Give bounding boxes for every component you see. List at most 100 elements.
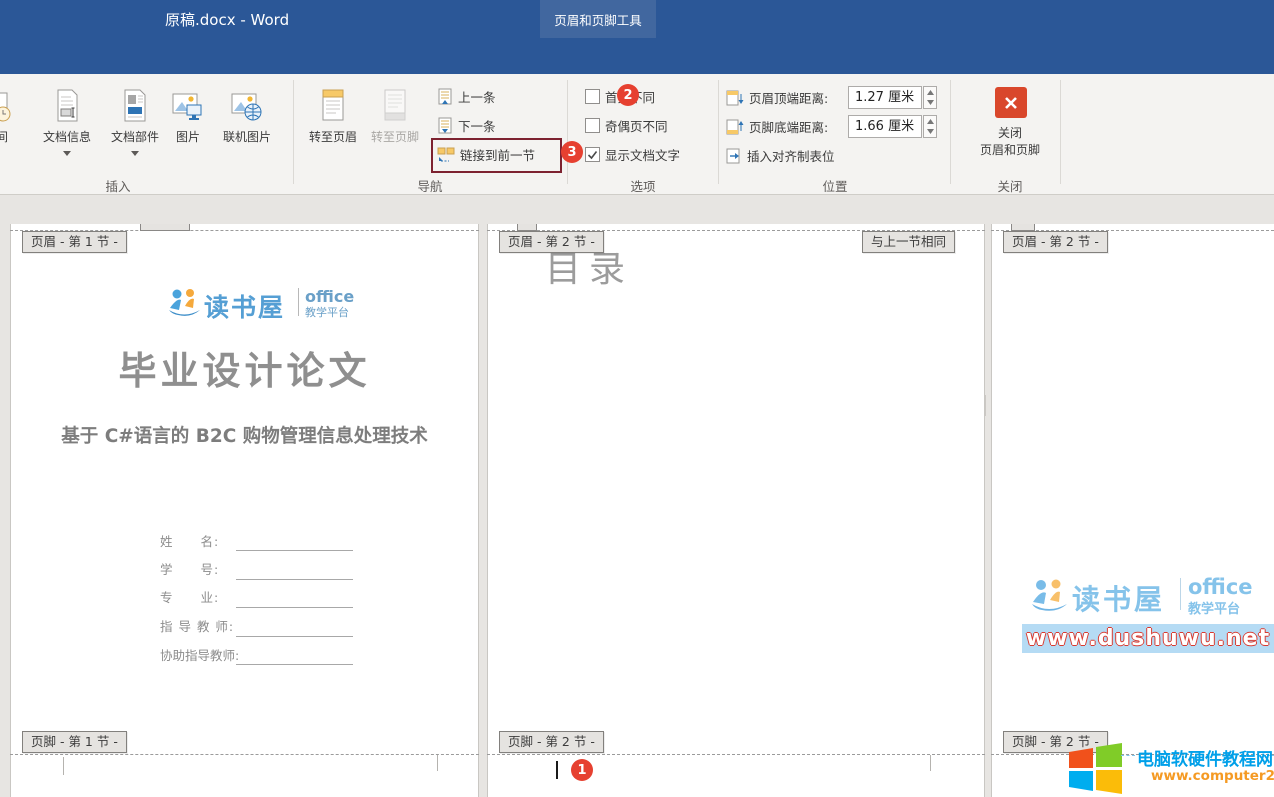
field-underline [236,550,353,551]
field-label: 协助指导教师: [160,645,239,664]
field-label: 姓 名: [160,531,219,550]
group-separator [718,80,719,184]
footer-from-bottom-input[interactable]: 1.66 厘米 [848,115,922,138]
goto-footer-icon [363,82,427,124]
page1-logo-name: 读书屋 [204,288,285,324]
group-label-navigation: 导航 [370,176,490,195]
text-boundary-mark [437,755,438,771]
footer-from-bottom-spinner[interactable] [923,115,937,138]
field-underline [236,636,353,637]
close-x-icon [1004,96,1018,110]
checkbox-unchecked-icon[interactable] [585,118,600,133]
footer-position-icon [726,119,744,135]
footer-from-bottom-row: 页脚底端距离: [726,117,828,136]
site-url: www.computer26.com [1151,768,1274,784]
close-header-footer-label-1[interactable]: 关闭 [960,124,1060,141]
page2-header-tag: 页眉 - 第 2 节 - [499,231,604,253]
show-document-text-checkbox[interactable]: 显示文档文字 [585,145,680,164]
date-time-icon [0,82,26,124]
field-label: 指 导 教 师: [160,616,234,635]
annotation-badge-2: 2 [617,84,639,106]
page3-logo-name: 读书屋 [1072,578,1165,618]
online-pictures-icon [215,82,279,124]
different-odd-even-checkbox[interactable]: 奇偶页不同 [585,116,668,135]
page1-document-subtitle: 基于 C#语言的 B2C 购物管理信息处理技术 [10,422,479,448]
group-separator [1060,80,1061,184]
scrolled-tag-stub [517,224,537,231]
alignment-tab-icon [726,148,742,164]
document-title: 原稿.docx - Word [165,9,289,30]
decor-dash [1121,755,1135,756]
document-info-button[interactable]: 文档信息 [35,82,99,159]
computer26-site-logo: 电脑软硬件教程网 www.computer26.com [1063,739,1274,797]
annotation-highlight-box [431,138,562,173]
picture-button[interactable]: 图片 [156,82,220,145]
header-from-top-input[interactable]: 1.27 厘米 [848,86,922,109]
page1-logo-brand-sub: 教学平台 [305,304,349,320]
group-label-insert: 插入 [58,176,178,195]
close-header-footer-button[interactable] [995,87,1027,118]
group-separator [567,80,568,184]
footer-boundary-line [487,754,985,755]
page-2[interactable] [487,224,985,797]
group-separator [950,80,951,184]
page-3[interactable] [991,224,1274,797]
group-separator [293,80,294,184]
page2-footer-tag: 页脚 - 第 2 节 - [499,731,604,753]
dropdown-arrow-icon [63,151,71,156]
site-name: 电脑软硬件教程网 [1137,745,1273,770]
online-pictures-button[interactable]: 联机图片 [215,82,279,145]
group-label-position: 位置 [775,176,895,195]
document-info-icon [35,82,99,124]
field-underline [236,664,353,665]
word-window: 原稿.docx - Word 页眉和页脚工具 计 布局 引用 邮件 审阅 视图 … [0,0,1274,797]
date-time-button-partial[interactable]: 时间 [0,82,26,145]
dropdown-arrow-icon [131,151,139,156]
checkbox-unchecked-icon[interactable] [585,89,600,104]
group-label-close: 关闭 [950,176,1070,195]
text-cursor [556,761,558,779]
page1-header-tag: 页眉 - 第 1 节 - [22,231,127,253]
show-previous-icon [437,88,453,106]
header-position-icon [726,90,744,106]
annotation-badge-1: 1 [571,759,593,781]
page3-logo-brand: office [1188,575,1253,599]
goto-header-button[interactable]: 转至页眉 [301,82,365,145]
ribbon-tab-row: 计 布局 引用 邮件 审阅 视图 开发工具 帮助 WPS PDF 设计 2 操作… [0,38,1274,74]
show-next-button[interactable]: 下一条 [437,116,496,135]
dushuwu-url-banner: www.dushuwu.net [1022,624,1274,653]
dushuwu-watermark-icon [1028,576,1070,614]
show-next-icon [437,117,453,135]
logo-divider [1180,578,1181,610]
spin-up-icon[interactable] [927,90,934,95]
spin-up-icon[interactable] [927,119,934,124]
scrolled-tag-stub [1011,224,1035,231]
close-header-footer-label-2[interactable]: 页眉和页脚 [960,141,1060,158]
footer-boundary-line [10,754,479,755]
field-underline [236,607,353,608]
spin-down-icon[interactable] [927,100,934,105]
text-boundary-mark [63,757,64,775]
insert-alignment-tab-button[interactable]: 插入对齐制表位 [726,146,835,165]
scrolled-tag-stub [140,224,190,231]
contextual-tab-group-header: 页眉和页脚工具 [540,0,656,38]
horizontal-ruler[interactable]: 6 4 2 2 4 6 8 10 12 14 16 18 20 22 24 26… [0,195,1274,224]
header-from-top-spinner[interactable] [923,86,937,109]
group-label-options: 选项 [583,176,703,195]
picture-icon [156,82,220,124]
contextual-tab-group-label: 页眉和页脚工具 [554,10,642,29]
checkbox-checked-icon[interactable] [585,147,600,162]
field-label: 专 业: [160,587,219,606]
page3-logo-brand-sub: 教学平台 [1188,598,1240,617]
goto-footer-button: 转至页脚 [363,82,427,145]
field-label: 学 号: [160,559,219,578]
show-previous-button[interactable]: 上一条 [437,87,496,106]
annotation-badge-3: 3 [561,141,583,163]
header-from-top-row: 页眉顶端距离: [726,88,828,107]
same-as-previous-tag: 与上一节相同 [862,231,955,253]
page1-document-title: 毕业设计论文 [10,340,479,395]
logo-divider [298,288,299,316]
spin-down-icon[interactable] [927,129,934,134]
dushuwu-logo-icon [166,286,202,318]
goto-header-icon [301,82,365,124]
